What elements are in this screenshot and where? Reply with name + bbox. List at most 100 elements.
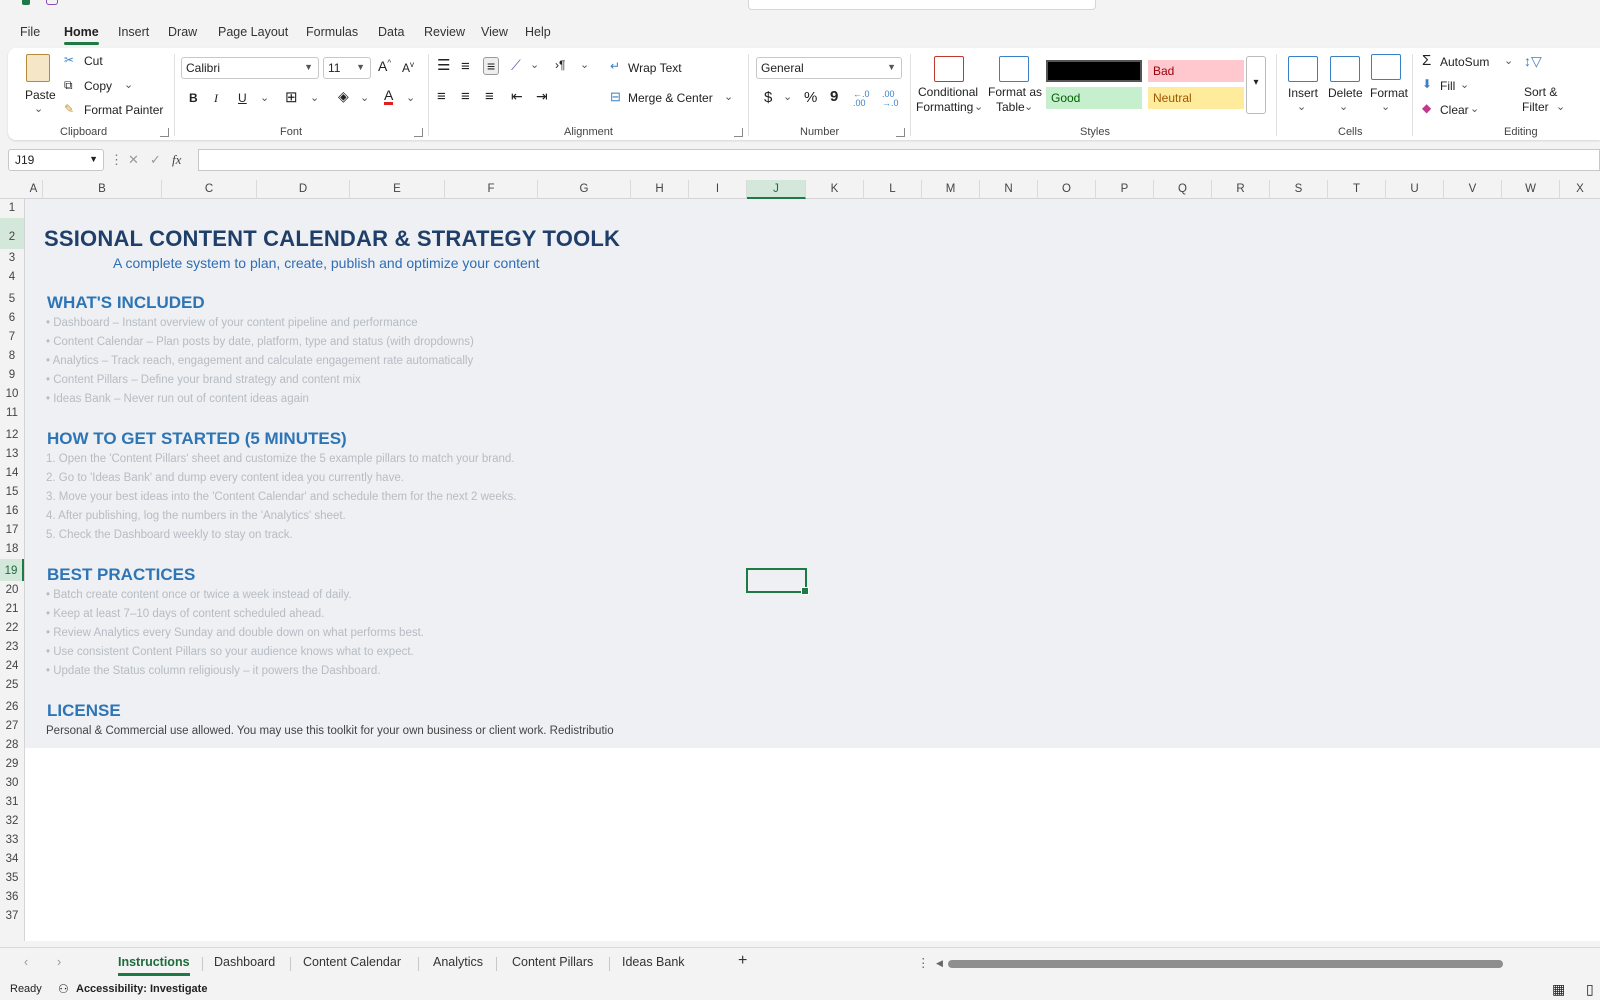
sheet-tab-analytics[interactable]: Analytics bbox=[433, 955, 483, 969]
column-header-g[interactable]: G bbox=[538, 180, 631, 199]
number-format-select[interactable]: General ▼ bbox=[756, 57, 902, 79]
scroll-tabs-left-icon[interactable]: ‹ bbox=[24, 955, 28, 969]
paste-icon[interactable] bbox=[26, 54, 50, 82]
column-header-p[interactable]: P bbox=[1096, 180, 1154, 199]
tab-formulas[interactable]: Formulas bbox=[306, 25, 358, 39]
row-header[interactable]: 32 bbox=[0, 812, 24, 831]
styles-more-button[interactable]: ▾ bbox=[1246, 56, 1266, 114]
chevron-down-icon[interactable]: ⌄ bbox=[724, 90, 733, 103]
normal-view-icon[interactable]: ▦ bbox=[1552, 981, 1565, 998]
column-header-m[interactable]: M bbox=[922, 180, 980, 199]
column-header-u[interactable]: U bbox=[1386, 180, 1444, 199]
underline-button[interactable]: U bbox=[238, 91, 247, 105]
row-header[interactable]: 36 bbox=[0, 888, 24, 907]
chevron-down-icon[interactable]: ⌄ bbox=[974, 100, 983, 113]
tab-view[interactable]: View bbox=[481, 25, 508, 39]
font-size-select[interactable]: 11 ▼ bbox=[323, 57, 371, 79]
row-header[interactable]: 21 bbox=[0, 600, 24, 619]
format-as-table-line2[interactable]: Table bbox=[996, 100, 1025, 114]
horizontal-scrollbar[interactable] bbox=[948, 960, 1503, 968]
sheet-tab-content-pillars[interactable]: Content Pillars bbox=[512, 955, 593, 969]
more-options-icon[interactable]: ⋮ bbox=[110, 152, 123, 168]
enter-icon[interactable]: ✓ bbox=[150, 152, 161, 168]
row-header[interactable]: 5 bbox=[0, 287, 24, 309]
row-header[interactable]: 13 bbox=[0, 445, 24, 464]
align-bottom-icon[interactable]: ≡ bbox=[483, 57, 500, 75]
row-header[interactable]: 23 bbox=[0, 638, 24, 657]
row-header[interactable]: 27 bbox=[0, 717, 24, 736]
chevron-down-icon[interactable]: ⌄ bbox=[580, 58, 589, 71]
wrap-text-button[interactable]: Wrap Text bbox=[628, 61, 682, 75]
worksheet-grid[interactable]: SSIONAL CONTENT CALENDAR & STRATEGY TOOL… bbox=[25, 199, 1600, 941]
chevron-down-icon[interactable]: ⌄ bbox=[360, 91, 369, 104]
chevron-down-icon[interactable]: ⌄ bbox=[530, 58, 539, 71]
active-cell-j19[interactable] bbox=[746, 568, 809, 595]
row-header[interactable]: 33 bbox=[0, 831, 24, 850]
column-header-h[interactable]: H bbox=[631, 180, 689, 199]
align-left-icon[interactable]: ≡ bbox=[437, 88, 446, 105]
chevron-down-icon[interactable]: ⌄ bbox=[310, 91, 319, 104]
insert-function-button[interactable]: fx bbox=[172, 152, 181, 168]
sheet-tab-ideas-bank[interactable]: Ideas Bank bbox=[622, 955, 685, 969]
more-options-icon[interactable]: ⋮ bbox=[917, 955, 930, 970]
row-header[interactable]: 8 bbox=[0, 347, 24, 366]
chevron-down-icon[interactable]: ⌄ bbox=[34, 102, 43, 115]
increase-indent-icon[interactable]: ⇥ bbox=[536, 88, 548, 105]
delete-cells-button[interactable]: Delete bbox=[1328, 86, 1363, 100]
font-color-button[interactable]: A bbox=[384, 88, 394, 105]
decrease-indent-icon[interactable]: ⇤ bbox=[511, 88, 523, 105]
dialog-launcher-icon[interactable] bbox=[896, 128, 905, 137]
select-all-button[interactable] bbox=[0, 180, 25, 199]
fill-color-icon[interactable]: ◈ bbox=[338, 88, 349, 105]
style-bad[interactable]: Bad bbox=[1148, 60, 1244, 82]
cut-button[interactable]: Cut bbox=[84, 54, 103, 68]
insert-cells-button[interactable]: Insert bbox=[1288, 86, 1318, 100]
align-right-icon[interactable]: ≡ bbox=[485, 88, 494, 105]
dialog-launcher-icon[interactable] bbox=[414, 128, 423, 137]
row-header[interactable]: 25 bbox=[0, 676, 24, 695]
chevron-down-icon[interactable]: ⌄ bbox=[406, 91, 415, 104]
style-good[interactable]: Good bbox=[1046, 87, 1142, 109]
align-middle-icon[interactable]: ≡ bbox=[461, 58, 470, 75]
row-header[interactable]: 24 bbox=[0, 657, 24, 676]
copy-button[interactable]: Copy bbox=[84, 79, 112, 93]
search-box[interactable] bbox=[748, 0, 1096, 10]
orientation-icon[interactable]: ⟋ bbox=[511, 57, 521, 74]
row-header[interactable]: 4 bbox=[0, 268, 24, 287]
row-header[interactable]: 3 bbox=[0, 249, 24, 268]
row-header[interactable]: 18 bbox=[0, 540, 24, 559]
percent-button[interactable]: % bbox=[804, 89, 817, 106]
font-name-select[interactable]: Calibri ▼ bbox=[181, 57, 319, 79]
column-header-b[interactable]: B bbox=[43, 180, 162, 199]
add-sheet-button[interactable]: + bbox=[738, 952, 747, 970]
decrease-font-button[interactable]: Av bbox=[402, 60, 414, 75]
row-header[interactable]: 37 bbox=[0, 907, 24, 926]
merge-center-button[interactable]: Merge & Center bbox=[628, 91, 713, 105]
row-header[interactable]: 20 bbox=[0, 581, 24, 600]
conditional-formatting-line1[interactable]: Conditional bbox=[918, 85, 978, 99]
row-header[interactable]: 14 bbox=[0, 464, 24, 483]
row-header[interactable]: 30 bbox=[0, 774, 24, 793]
row-header[interactable]: 31 bbox=[0, 793, 24, 812]
column-header-o[interactable]: O bbox=[1038, 180, 1096, 199]
increase-decimal-button[interactable]: ←.0 .00 bbox=[853, 90, 877, 108]
tab-file[interactable]: File bbox=[20, 25, 40, 39]
style-neutral[interactable]: Neutral bbox=[1148, 87, 1244, 109]
column-header-d[interactable]: D bbox=[257, 180, 350, 199]
chevron-down-icon[interactable]: ⌄ bbox=[1556, 100, 1565, 113]
row-header[interactable]: 12 bbox=[0, 423, 24, 445]
clear-button[interactable]: Clear bbox=[1440, 103, 1469, 117]
fill-button[interactable]: Fill bbox=[1440, 79, 1455, 93]
column-header-c[interactable]: C bbox=[162, 180, 257, 199]
row-header[interactable]: 1 bbox=[0, 199, 24, 218]
row-header[interactable]: 9 bbox=[0, 366, 24, 385]
accessibility-status-button[interactable]: Accessibility: Investigate bbox=[76, 983, 207, 995]
column-header-j[interactable]: J bbox=[747, 180, 806, 199]
format-as-table-line1[interactable]: Format as bbox=[988, 85, 1042, 99]
style-normal-swatch[interactable] bbox=[1046, 60, 1142, 82]
dialog-launcher-icon[interactable] bbox=[734, 128, 743, 137]
sheet-tab-dashboard[interactable]: Dashboard bbox=[214, 955, 275, 969]
chevron-down-icon[interactable]: ⌄ bbox=[1297, 100, 1306, 113]
column-header-f[interactable]: F bbox=[445, 180, 538, 199]
page-layout-view-icon[interactable]: ▯ bbox=[1586, 981, 1594, 998]
